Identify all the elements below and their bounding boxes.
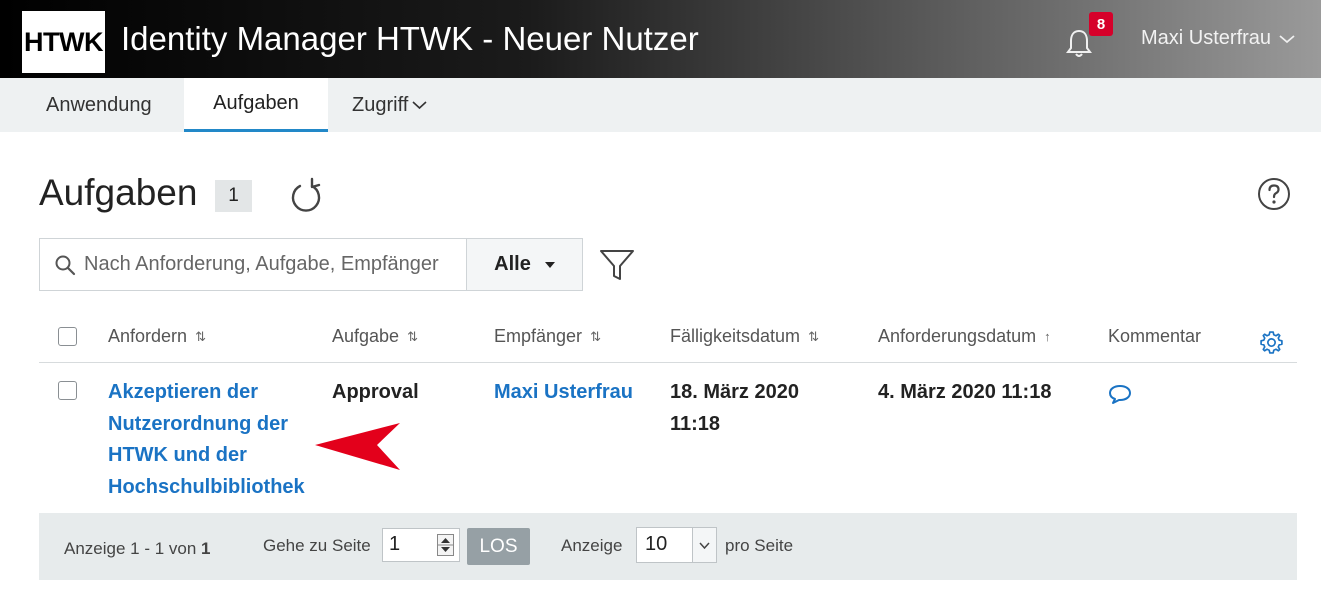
result-range: Anzeige 1 - 1 von 1	[64, 539, 211, 559]
select-all-checkbox[interactable]	[58, 327, 77, 346]
comment-icon[interactable]	[1108, 383, 1132, 405]
request-date: 4. März 2020 11:18	[878, 381, 1052, 403]
per-page-label: Anzeige	[561, 536, 623, 555]
request-line: Hochschulbibliothek	[108, 475, 305, 498]
sort-ascending-icon: ↑	[1044, 329, 1051, 344]
page-title: Aufgaben	[39, 172, 198, 213]
result-total: 1	[201, 539, 211, 558]
caret-down-icon	[544, 261, 555, 268]
nav-tab-label: Zugriff	[352, 93, 409, 116]
page-number-input[interactable]: 1	[382, 528, 460, 562]
filter-icon[interactable]	[598, 246, 636, 284]
sort-icon: ⇅	[407, 328, 418, 344]
column-label: Fälligkeitsdatum	[670, 326, 801, 346]
per-page-select[interactable]: 10	[636, 527, 717, 563]
column-label: Anforderungsdatum	[878, 326, 1037, 346]
per-page-suffix: pro Seite	[725, 536, 794, 555]
result-range-text: Anzeige 1 - 1 von	[64, 539, 197, 558]
request-link[interactable]: Akzeptieren der Nutzerordnung der HTWK u…	[108, 377, 305, 503]
nav-tab-label: Anwendung	[46, 93, 152, 116]
due-date-line: 11:18	[670, 412, 721, 435]
status-filter-select[interactable]: Alle	[466, 238, 583, 291]
task-type: Approval	[332, 381, 419, 403]
column-label: Empfänger	[494, 326, 583, 346]
per-page-dropdown-toggle[interactable]	[692, 528, 716, 562]
search-input[interactable]	[84, 253, 454, 276]
nav-tab-aufgaben[interactable]: Aufgaben	[184, 78, 328, 132]
search-box	[39, 238, 467, 291]
page-spinner[interactable]	[437, 534, 454, 556]
help-icon[interactable]	[1257, 177, 1291, 211]
logo-text: HTWK	[24, 26, 103, 57]
htwk-logo[interactable]: HTWK	[22, 11, 105, 73]
app-header: HTWK Identity Manager HTWK - Neuer Nutze…	[0, 0, 1321, 78]
table-header-divider	[39, 362, 1297, 363]
column-header-empfaenger[interactable]: Empfänger ⇅	[494, 326, 601, 347]
column-label: Kommentar	[1108, 326, 1202, 346]
chevron-down-icon	[1279, 34, 1295, 43]
red-arrow-annotation-icon	[315, 423, 400, 470]
user-name: Maxi Usterfrau	[1141, 27, 1272, 49]
due-date-line: 18. März 2020	[670, 381, 799, 403]
nav-tab-label: Aufgaben	[213, 92, 299, 114]
nav-tab-anwendung[interactable]: Anwendung	[24, 78, 174, 132]
sort-icon: ⇅	[195, 328, 206, 344]
nav-tab-zugriff[interactable]: Zugriff	[330, 78, 449, 132]
request-line: Akzeptieren der	[108, 381, 259, 403]
due-date: 18. März 2020 11:18	[670, 377, 799, 440]
request-line: Nutzerordnung der	[108, 412, 288, 435]
column-header-aufgabe[interactable]: Aufgabe ⇅	[332, 326, 418, 347]
main-nav: Anwendung Aufgaben Zugriff	[0, 78, 1321, 132]
go-button[interactable]: LOS	[467, 528, 530, 565]
column-label: Anfordern	[108, 326, 188, 346]
sort-icon: ⇅	[590, 328, 601, 344]
chevron-down-icon	[412, 101, 427, 110]
column-header-faelligkeitsdatum[interactable]: Fälligkeitsdatum ⇅	[670, 326, 819, 347]
refresh-icon[interactable]	[288, 176, 324, 214]
column-header-anfordern[interactable]: Anfordern ⇅	[108, 326, 206, 347]
per-page-value: 10	[645, 533, 668, 555]
row-checkbox[interactable]	[58, 381, 77, 400]
goto-page-label: Gehe zu Seite	[263, 536, 371, 555]
app-title: Identity Manager HTWK - Neuer Nutzer	[121, 20, 699, 57]
column-label: Aufgabe	[332, 326, 400, 346]
gear-icon[interactable]	[1259, 330, 1284, 355]
spinner-arrows-icon	[438, 538, 453, 552]
search-icon	[55, 255, 76, 275]
user-menu[interactable]: Maxi Usterfrau	[1141, 27, 1295, 50]
chevron-down-icon	[699, 541, 710, 549]
sort-icon: ⇅	[808, 328, 819, 344]
column-header-kommentar: Kommentar	[1108, 326, 1201, 347]
page-number-value: 1	[389, 533, 401, 555]
notification-badge[interactable]: 8	[1089, 12, 1113, 36]
recipient-link[interactable]: Maxi Usterfrau	[494, 377, 633, 409]
column-header-anforderungsdatum[interactable]: Anforderungsdatum ↑	[878, 326, 1051, 347]
task-count-badge: 1	[215, 180, 252, 212]
request-line: HTWK und der	[108, 444, 247, 466]
status-filter-value: Alle	[494, 253, 531, 275]
